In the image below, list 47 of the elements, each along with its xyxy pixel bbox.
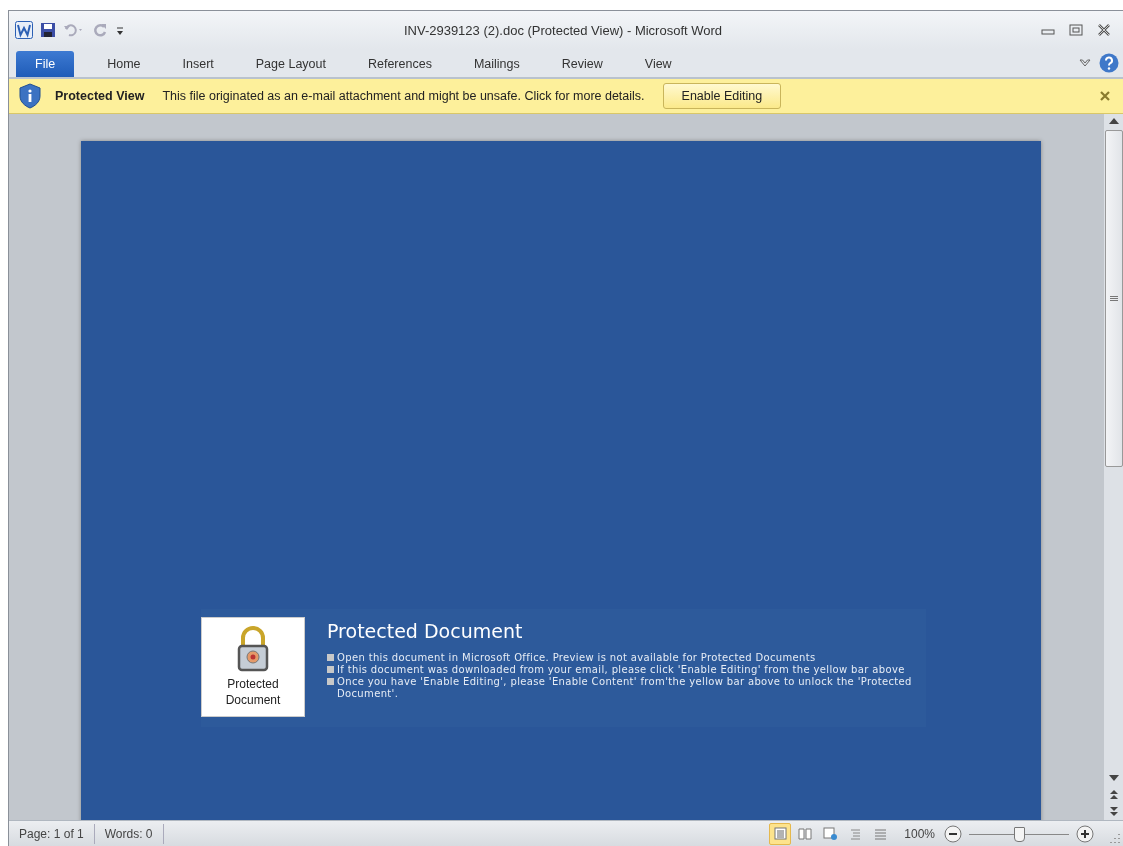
message-text[interactable]: This file originated as an e-mail attachment and might be unsafe. Click for more details.	[162, 89, 645, 103]
enable-editing-button[interactable]: Enable Editing	[662, 83, 782, 109]
scroll-up-icon[interactable]	[1108, 118, 1119, 124]
scroll-down-icon[interactable]	[1108, 775, 1119, 781]
web-page-icon	[823, 827, 838, 840]
collapse-ribbon-icon[interactable]	[1079, 58, 1091, 68]
page-count: Page: 1 of 1	[9, 823, 95, 844]
help-icon[interactable]	[1099, 53, 1119, 73]
close-icon[interactable]	[1099, 90, 1111, 102]
ribbon-tab[interactable]: Mailings	[455, 51, 538, 77]
previous-page-icon[interactable]	[1109, 790, 1118, 799]
save-icon[interactable]	[40, 22, 56, 38]
card-label: Protected Document	[225, 676, 281, 708]
ribbon-tab[interactable]: Insert	[164, 51, 232, 77]
bullet-icon	[327, 666, 334, 673]
notice-heading: Protected Document	[327, 620, 524, 642]
book-icon	[798, 827, 813, 840]
word-count: Words: 0	[94, 823, 164, 844]
page-icon	[773, 827, 787, 840]
slider-thumb[interactable]	[1014, 826, 1025, 842]
shield-info-icon	[19, 83, 41, 109]
word-logo-icon[interactable]	[15, 21, 33, 39]
notice-text: Once you have 'Enable Editing', please 'Enable Content' from'the yellow bar above to unlock the 'Protected Document'.	[337, 676, 913, 700]
protected-view-label: Protected View	[55, 89, 145, 103]
next-page-icon[interactable]	[1109, 807, 1118, 816]
outline-icon	[848, 827, 862, 840]
ribbon-tab[interactable]: File	[16, 51, 75, 77]
lines-icon	[873, 827, 887, 840]
ribbon-tab[interactable]: View	[626, 51, 690, 77]
notice-text: If this document was downloaded from your email, please click 'Enable Editing' from the yellow bar above	[337, 664, 905, 676]
grip-icon	[1109, 295, 1118, 302]
zoom-level[interactable]: 100%	[904, 826, 935, 841]
ribbon-tab[interactable]: References	[349, 51, 450, 77]
close-icon[interactable]	[1097, 24, 1111, 36]
bullet-icon	[327, 654, 334, 661]
ribbon-tab[interactable]: Page Layout	[237, 51, 344, 77]
maximize-icon[interactable]	[1069, 24, 1083, 36]
ribbon-tab[interactable]: Review	[543, 51, 621, 77]
view-button[interactable]	[769, 822, 792, 845]
zoom-out-icon[interactable]	[944, 824, 962, 843]
notice-text: Open this document in Microsoft Office. Preview is not available for Protected Documents	[337, 652, 816, 664]
scroll-thumb[interactable]	[1104, 130, 1123, 467]
zoom-in-icon[interactable]	[1076, 824, 1094, 843]
zoom-slider[interactable]	[969, 825, 1069, 842]
window-title: INV-2939123 (2).doc (Protected View) - Microsoft Word	[403, 22, 723, 38]
bullet-icon	[327, 678, 334, 685]
ribbon-tab[interactable]: Home	[89, 51, 159, 77]
